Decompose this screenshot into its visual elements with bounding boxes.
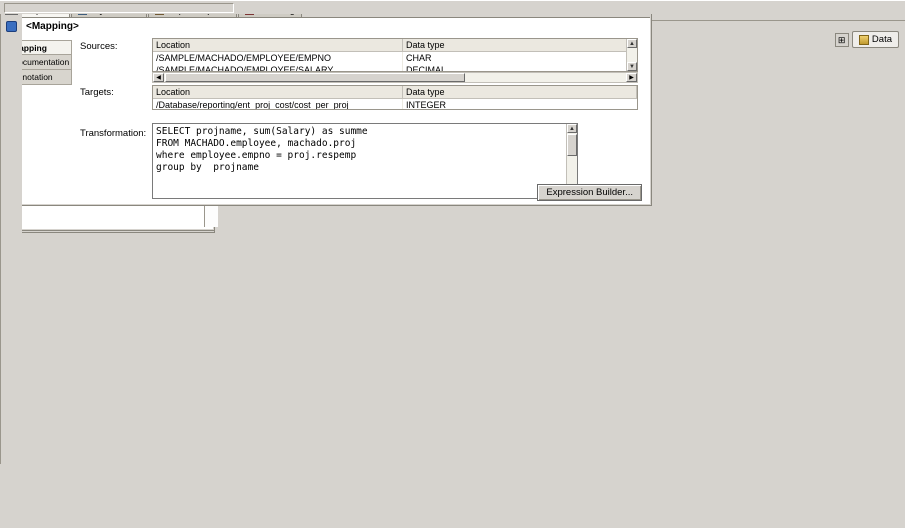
outline-fast-view-icon[interactable] [6,21,17,32]
cell-location: /SAMPLE/MACHADO/EMPLOYEE/SALARY [153,64,403,71]
scroll-right-icon[interactable]: ▶ [626,73,637,82]
location-column-header[interactable]: Location [153,39,403,51]
datatype-column-header[interactable]: Data type [403,39,637,51]
status-message-area [4,3,234,13]
table-row[interactable]: /SAMPLE/MACHADO/EMPLOYEE/EMPNO CHAR [153,52,637,64]
properties-view: PropertiesSQL ResultsReport ExplorerErro… [0,0,652,206]
location-column-header[interactable]: Location [153,86,403,98]
transformation-sql-text[interactable]: SELECT projname, sum(Salary) as summe FR… [156,126,563,196]
scroll-left-icon[interactable]: ◀ [153,73,164,82]
scroll-down-icon[interactable]: ▼ [627,62,637,71]
targets-rows: /Database/reporting/ent_proj_cost/cost_p… [153,99,637,110]
mapping-heading-label: <Mapping> [26,21,79,32]
right-fast-view-bar [0,0,22,464]
data-perspective-icon [858,34,869,45]
scroll-up-icon[interactable]: ▲ [567,124,577,133]
sources-table: Location Data type /SAMPLE/MACHADO/EMPLO… [152,38,638,72]
transformation-label: Transformation: [80,128,147,139]
status-bar [0,0,905,14]
sources-table-scrollbar[interactable]: ▲ ▼ [626,39,637,71]
expression-builder-button[interactable]: Expression Builder... [537,184,642,201]
cell-location: /SAMPLE/MACHADO/EMPLOYEE/EMPNO [153,52,403,64]
scrollbar-thumb[interactable] [165,73,465,82]
table-row[interactable]: /Database/reporting/ent_proj_cost/cost_p… [153,99,637,110]
cell-location: /Database/reporting/ent_proj_cost/cost_p… [153,99,403,109]
targets-table: Location Data type /Database/reporting/e… [152,85,638,110]
sources-rows: /SAMPLE/MACHADO/EMPLOYEE/EMPNO CHAR/SAMPL… [153,52,637,72]
perspective-data-button[interactable]: Data [851,31,899,48]
cell-datatype: INTEGER [406,100,447,110]
transformation-editor[interactable]: SELECT projname, sum(Salary) as summe FR… [152,123,578,199]
datatype-column-header[interactable]: Data type [403,86,637,98]
perspective-switcher: Data [834,31,899,48]
targets-label: Targets: [80,87,114,98]
sources-table-header: Location Data type [153,39,637,52]
table-row[interactable]: /SAMPLE/MACHADO/EMPLOYEE/SALARY DECIMAL [153,64,637,72]
cell-datatype: DECIMAL [406,65,447,72]
properties-content: <Mapping> Mapping Documentation Annotation… [2,17,650,204]
scrollbar-thumb[interactable] [567,134,577,156]
sources-horizontal-scrollbar[interactable]: ◀ ▶ [152,72,638,83]
sources-label: Sources: [80,41,118,52]
targets-table-header: Location Data type [153,86,637,99]
cell-datatype: CHAR [406,53,432,63]
perspective-label: Data [871,34,892,45]
open-perspective-icon[interactable] [834,32,849,47]
scroll-up-icon[interactable]: ▲ [627,39,637,48]
